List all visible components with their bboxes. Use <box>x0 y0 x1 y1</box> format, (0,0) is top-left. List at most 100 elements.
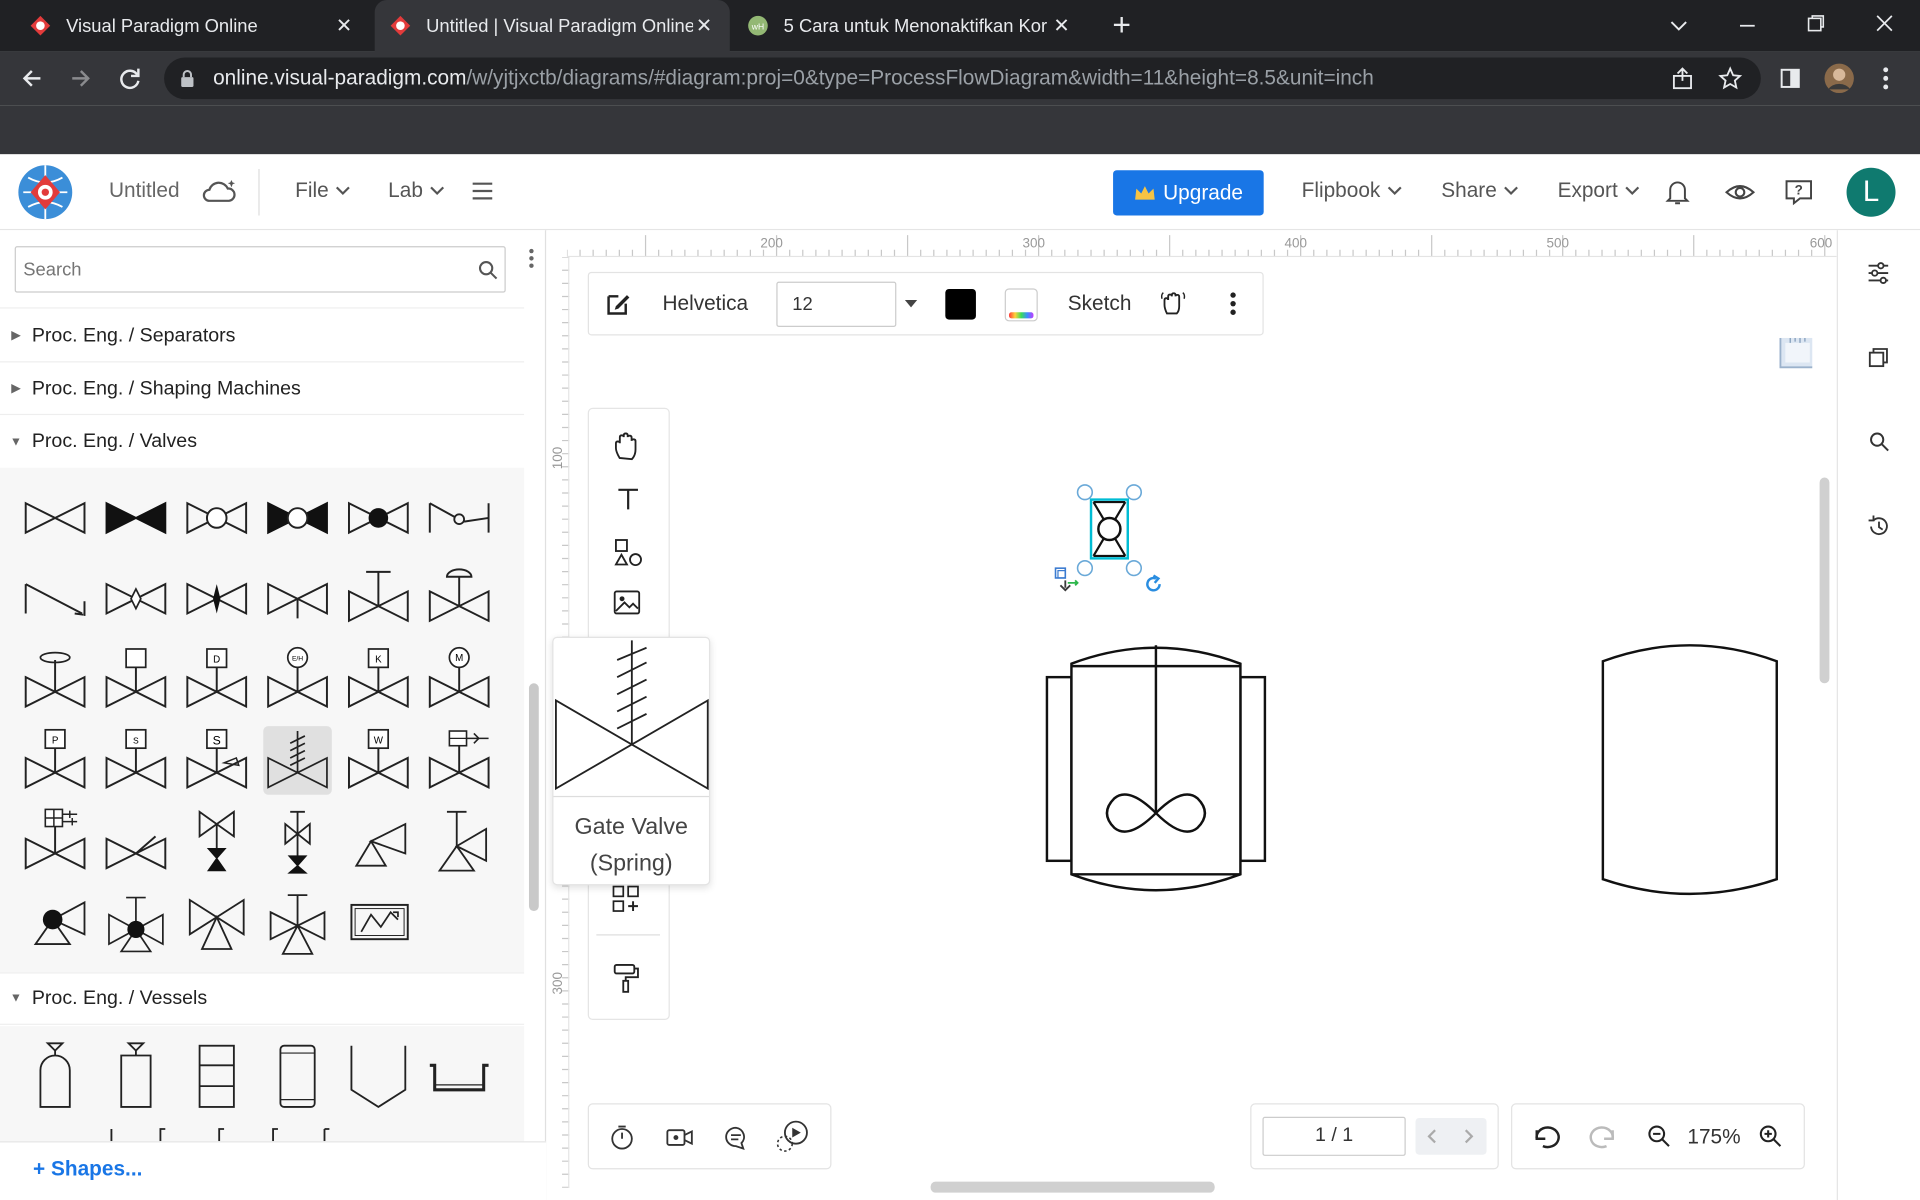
upgrade-button[interactable]: Upgrade <box>1113 170 1264 216</box>
url-text[interactable]: online.visual-paradigm.com/w/yjtjxctb/di… <box>213 66 1374 90</box>
profile-avatar-icon[interactable] <box>1823 62 1855 94</box>
image-tool-icon[interactable] <box>612 588 641 617</box>
more-shapes-link[interactable]: + Shapes... <box>33 1157 142 1181</box>
check-valve-shape[interactable] <box>21 564 90 633</box>
sidebar-scrollbar[interactable] <box>528 683 539 912</box>
motor-valve-shape[interactable]: M <box>425 645 494 714</box>
file-menu[interactable]: File <box>295 179 351 203</box>
angle-check-valve-shape[interactable] <box>344 807 413 876</box>
plug-valve-shape[interactable] <box>263 807 332 876</box>
more-options-icon[interactable] <box>1225 291 1242 315</box>
lab-menu[interactable]: Lab <box>388 179 445 203</box>
three-way-valve-shape[interactable] <box>182 807 251 876</box>
angle-ball-valve-filled-shape[interactable] <box>21 888 90 957</box>
zoom-out-icon[interactable] <box>1647 1124 1671 1148</box>
sketch-toggle[interactable]: Sketch <box>1068 291 1132 315</box>
redo-icon[interactable] <box>1588 1123 1617 1150</box>
sidebar-options-icon[interactable] <box>527 247 537 269</box>
ball-valve-shape[interactable] <box>182 484 251 553</box>
page-size-ruler-icon[interactable] <box>1778 336 1815 370</box>
new-tab-button[interactable]: + <box>1107 7 1136 44</box>
tank-shape[interactable] <box>263 1041 332 1110</box>
p-actuated-valve-shape[interactable]: P <box>21 726 90 795</box>
solenoid-valve-shape[interactable]: S <box>182 726 251 795</box>
four-way-manual-valve-shape[interactable] <box>263 888 332 957</box>
lock-icon[interactable] <box>179 69 196 89</box>
font-family-select[interactable]: Helvetica <box>662 291 748 315</box>
restore-icon[interactable] <box>1805 12 1827 34</box>
category-vessels[interactable]: ▼ Proc. Eng. / Vessels <box>0 973 525 1025</box>
layers-icon[interactable] <box>1866 345 1890 369</box>
rotate-handle-icon[interactable] <box>1142 573 1164 595</box>
actuated-valve-shape[interactable] <box>102 645 171 714</box>
search-icon[interactable] <box>478 260 499 281</box>
font-size-input[interactable]: 12 <box>776 281 897 327</box>
flipbook-menu[interactable]: Flipbook <box>1302 179 1403 203</box>
history-icon[interactable] <box>1866 514 1890 538</box>
text-tool-icon[interactable] <box>615 485 642 512</box>
ball-valve-filled-shape[interactable] <box>263 484 332 553</box>
storage-vessel[interactable] <box>1599 642 1780 899</box>
four-way-valve-shape[interactable] <box>182 888 251 957</box>
export-menu[interactable]: Export <box>1558 179 1640 203</box>
pilot-valve-shape[interactable] <box>21 807 90 876</box>
fill-color-picker-icon[interactable] <box>1004 288 1038 322</box>
w-actuated-valve-shape[interactable]: W <box>344 726 413 795</box>
diaphragm-valve-shape[interactable] <box>425 564 494 633</box>
browser-menu-icon[interactable] <box>1876 66 1896 90</box>
timer-icon[interactable] <box>609 1124 636 1151</box>
gate-valve-shape[interactable] <box>21 484 90 553</box>
funnel-vessel-shape[interactable] <box>344 1041 413 1110</box>
agitated-reactor-vessel[interactable] <box>1043 642 1268 899</box>
tab-article[interactable]: wH 5 Cara untuk Menonaktifkan Kor ✕ <box>732 0 1087 51</box>
manual-valve-shape[interactable] <box>344 564 413 633</box>
butterfly-valve-shape[interactable] <box>425 484 494 553</box>
find-icon[interactable] <box>1869 431 1891 453</box>
forward-icon[interactable] <box>69 66 93 90</box>
properties-sliders-icon[interactable] <box>1865 260 1892 287</box>
undo-icon[interactable] <box>1532 1123 1561 1150</box>
notification-bell-icon[interactable] <box>1665 179 1690 206</box>
format-painter-icon[interactable] <box>611 962 640 994</box>
doc-title[interactable]: Untitled <box>109 179 180 203</box>
tab-untitled[interactable]: Untitled | Visual Paradigm Online ✕ <box>374 0 730 52</box>
needle-valve-shape[interactable] <box>102 564 171 633</box>
gate-valve-filled-shape[interactable] <box>102 484 171 553</box>
presentation-play-icon[interactable] <box>774 1117 813 1156</box>
column-shape[interactable] <box>182 1041 251 1110</box>
canvas-horizontal-scrollbar[interactable] <box>930 1181 1215 1193</box>
video-record-icon[interactable] <box>665 1124 694 1151</box>
side-panel-icon[interactable] <box>1778 66 1802 90</box>
previous-page-icon[interactable] <box>1423 1127 1443 1147</box>
tab-close-icon[interactable]: ✕ <box>333 13 355 37</box>
comment-icon[interactable] <box>722 1124 749 1151</box>
next-page-icon[interactable] <box>1458 1127 1478 1147</box>
category-valves[interactable]: ▼ Proc. Eng. / Valves <box>0 416 524 467</box>
pan-hand-icon[interactable] <box>612 431 641 463</box>
close-window-icon[interactable] <box>1873 12 1895 34</box>
gas-bottle-shape[interactable] <box>21 1041 90 1110</box>
add-shapes-grid-icon[interactable] <box>611 884 640 913</box>
bookmark-star-icon[interactable] <box>1718 66 1743 90</box>
shapes-tool-icon[interactable] <box>612 536 644 568</box>
canvas-vertical-scrollbar[interactable] <box>1819 477 1830 684</box>
preview-eye-icon[interactable] <box>1724 180 1756 204</box>
cloud-save-icon[interactable] <box>201 176 238 205</box>
needle-valve-filled-shape[interactable] <box>182 564 251 633</box>
k-actuated-valve-shape[interactable]: K <box>344 645 413 714</box>
back-icon[interactable] <box>20 66 44 90</box>
drum-shape[interactable] <box>102 1041 171 1110</box>
gate-valve-spring-shape[interactable] <box>263 726 332 795</box>
globe-valve-shape[interactable] <box>344 484 413 553</box>
vp-logo-icon[interactable] <box>16 163 75 222</box>
zoom-level[interactable]: 175% <box>1687 1125 1740 1149</box>
float-valve-shape[interactable] <box>21 645 90 714</box>
search-input[interactable] <box>23 254 465 285</box>
zoom-in-icon[interactable] <box>1758 1124 1782 1148</box>
minimize-icon[interactable] <box>1736 15 1758 37</box>
three-way-ball-valve-shape[interactable] <box>102 888 171 957</box>
angle-valve-shape[interactable] <box>263 564 332 633</box>
search-box[interactable] <box>14 246 506 293</box>
connector-handle-icon[interactable] <box>1053 566 1085 598</box>
angle-globe-valve-shape[interactable] <box>425 807 494 876</box>
